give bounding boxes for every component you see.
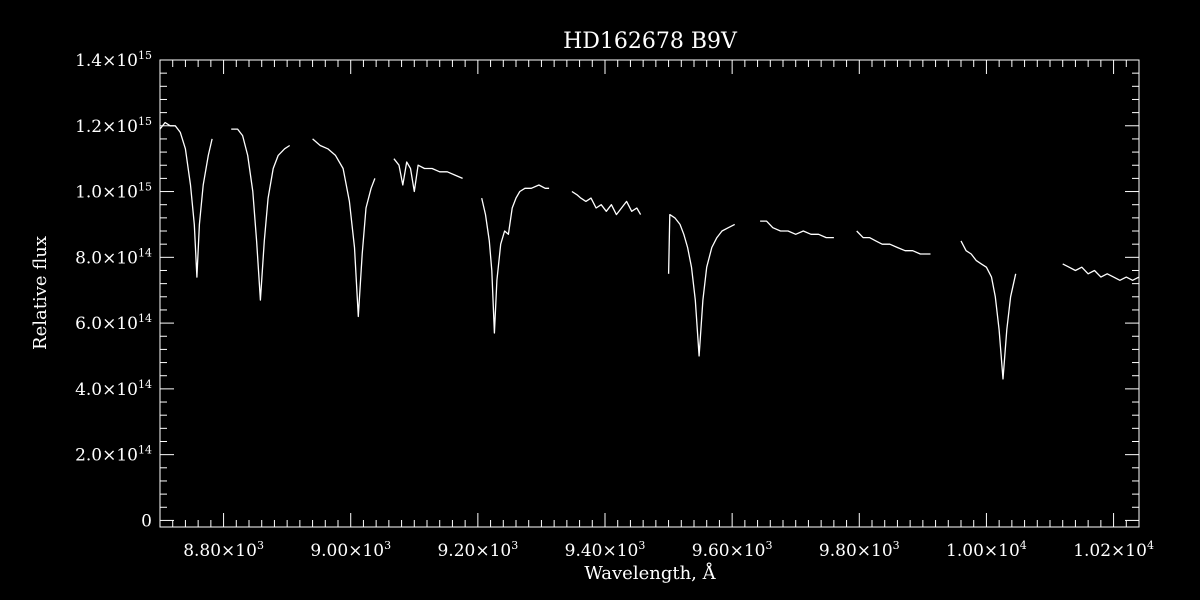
spectrum-segment-10 <box>960 240 1017 380</box>
x-tick-label: 9.60×103 <box>692 539 773 561</box>
x-tick-label: 9.20×103 <box>437 539 518 561</box>
y-tick-label: 8.0×1014 <box>75 246 152 268</box>
spectrum-segment-1 <box>159 121 213 278</box>
y-axis: 0 2.0×1014 4.0×1014 6.0×1014 8.0×1014 1.0×101… <box>75 49 1139 531</box>
spectrum-segment-8 <box>760 220 834 239</box>
x-axis-label: Wavelength, Å <box>584 562 716 584</box>
y-tick-label: 0 <box>141 511 152 531</box>
y-tick-label: 4.0×1014 <box>75 378 152 400</box>
y-tick-label: 2.0×1014 <box>75 444 152 466</box>
x-tick-label: 9.80×103 <box>819 539 900 561</box>
plot-frame <box>159 59 1140 528</box>
y-tick-label: 6.0×1014 <box>75 312 152 334</box>
spectrum-segment-6 <box>571 190 642 216</box>
x-tick-label: 1.02×104 <box>1073 539 1154 561</box>
spectrum-segment-5 <box>481 184 550 334</box>
spectrum-segment-3 <box>312 138 376 318</box>
x-tick-label: 8.80×103 <box>183 539 264 561</box>
y-axis-label: Relative flux <box>30 236 51 350</box>
spectrum-segment-2 <box>231 128 291 301</box>
chart-title: HD162678 B9V <box>563 29 738 54</box>
x-axis: 8.80×103 9.00×103 9.20×103 9.40×103 9.60×103… <box>159 60 1154 561</box>
spectrum-segment-9 <box>856 230 931 255</box>
spectrum-chart: HD162678 B9V 0 2.0×1014 4.0×1014 6.0×1014 8.… <box>30 29 1154 584</box>
spectrum-segment-4 <box>393 158 463 193</box>
y-tick-label: 1.4×1015 <box>75 49 152 71</box>
x-tick-label: 1.00×104 <box>946 539 1027 561</box>
series-group <box>159 121 1140 380</box>
spectrum-segment-11 <box>1062 263 1140 281</box>
y-tick-label: 1.0×1015 <box>75 181 152 203</box>
x-tick-label: 9.00×103 <box>310 539 391 561</box>
spectrum-segment-7 <box>667 213 735 357</box>
y-tick-label: 1.2×1015 <box>75 115 152 137</box>
x-tick-label: 9.40×103 <box>565 539 646 561</box>
